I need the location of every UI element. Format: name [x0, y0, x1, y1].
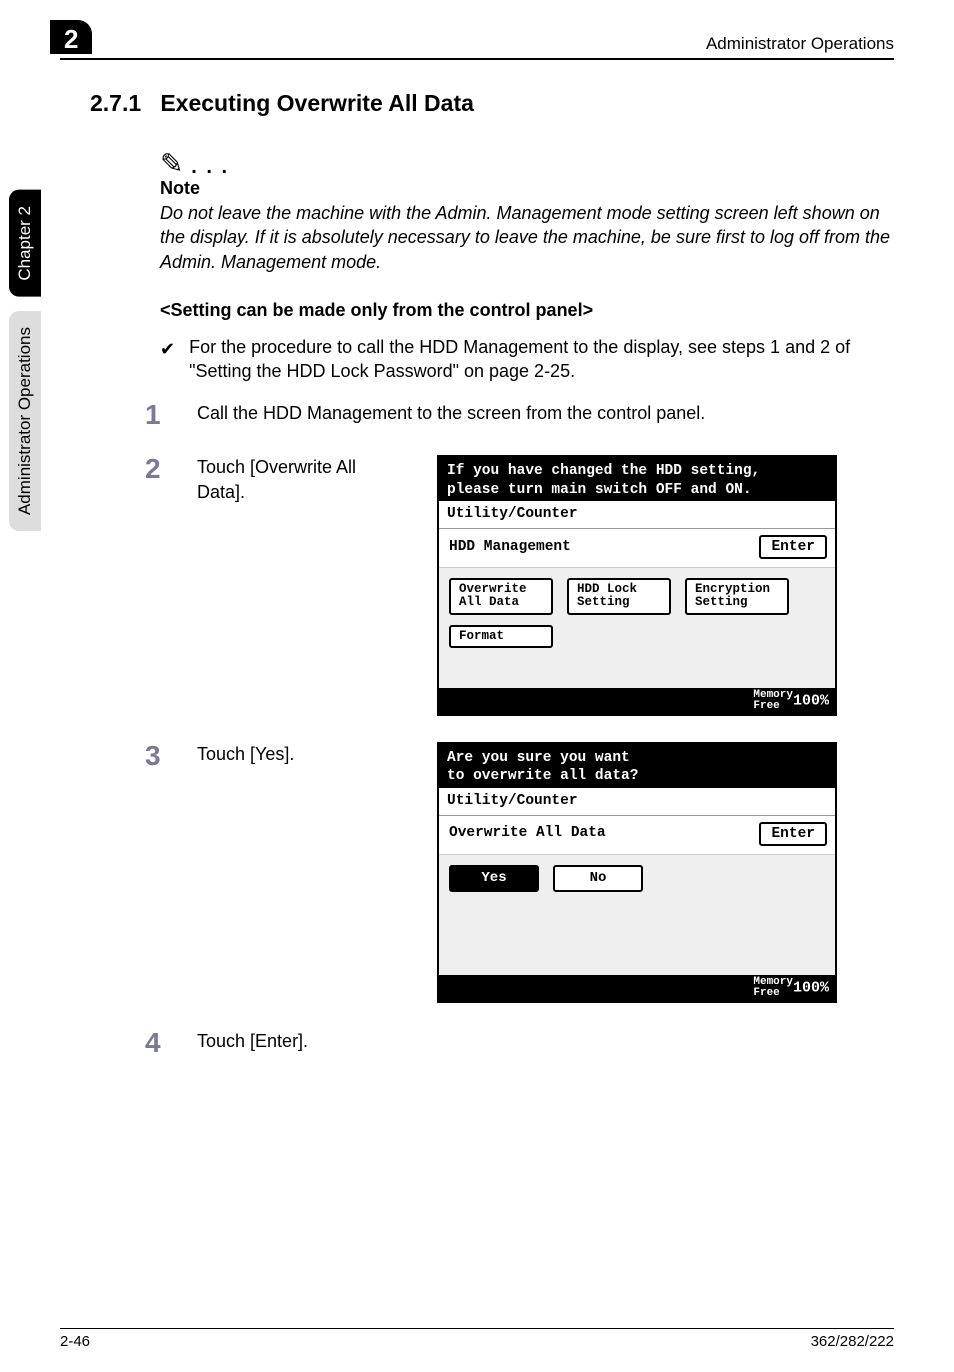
step-2-number: 2: [145, 455, 169, 483]
panel1-enter-button[interactable]: Enter: [759, 535, 827, 559]
header-title: Administrator Operations: [706, 34, 894, 54]
hdd-management-panel: If you have changed the HDD setting, ple…: [437, 455, 837, 716]
panel2-titlebar: Overwrite All Data Enter: [439, 816, 835, 855]
section-heading: Executing Overwrite All Data: [160, 90, 474, 116]
step-1: 1 Call the HDD Management to the screen …: [145, 401, 894, 429]
panel2-header-line1: Are you sure you want: [447, 749, 827, 767]
step-3-number: 3: [145, 742, 169, 770]
overwrite-all-data-button[interactable]: Overwrite All Data: [449, 578, 553, 614]
page-header: 2 Administrator Operations: [60, 20, 894, 60]
note-block: ✎ . . . Note Do not leave the machine wi…: [160, 147, 894, 274]
note-label: Note: [160, 178, 894, 199]
panel1-titlebar: HDD Management Enter: [439, 529, 835, 568]
side-tab-section: Administrator Operations: [9, 311, 41, 531]
step-4-text: Touch [Enter].: [197, 1029, 894, 1053]
panel1-footer-value: 100%: [793, 693, 829, 710]
section-number: 2.7.1: [90, 90, 141, 116]
panel2-header: Are you sure you want to overwrite all d…: [439, 744, 835, 787]
step-3-text: Touch [Yes].: [197, 742, 407, 766]
panel2-footer-value: 100%: [793, 980, 829, 997]
panel2-enter-button[interactable]: Enter: [759, 822, 827, 846]
model-number: 362/282/222: [811, 1333, 894, 1350]
note-icon: ✎ . . .: [160, 147, 894, 180]
panel1-breadcrumb: Utility/Counter: [439, 501, 835, 530]
page-footer: 2-46 362/282/222: [60, 1328, 894, 1350]
step-2-text: Touch [Overwrite All Data].: [197, 455, 407, 504]
step-2: 2 Touch [Overwrite All Data]. If you hav…: [145, 455, 894, 716]
step-4: 4 Touch [Enter].: [145, 1029, 894, 1057]
panel2-title: Overwrite All Data: [449, 824, 606, 844]
panel1-footer-label: Memory Free: [753, 690, 793, 712]
panel1-footer: Memory Free100%: [439, 688, 835, 714]
content-area: 2.7.1 Executing Overwrite All Data ✎ . .…: [90, 90, 894, 1057]
hdd-lock-setting-button[interactable]: HDD Lock Setting: [567, 578, 671, 614]
step-4-number: 4: [145, 1029, 169, 1057]
prerequisite-line: ✔ For the procedure to call the HDD Mana…: [160, 335, 894, 384]
panel2-body: Yes No: [439, 855, 835, 975]
side-tabs: Chapter 2 Administrator Operations: [0, 190, 50, 531]
encryption-setting-button[interactable]: Encryption Setting: [685, 578, 789, 614]
setting-subhead: <Setting can be made only from the contr…: [160, 300, 894, 321]
step-3: 3 Touch [Yes]. Are you sure you want to …: [145, 742, 894, 1003]
yes-button[interactable]: Yes: [449, 865, 539, 892]
page-number: 2-46: [60, 1333, 90, 1350]
panel2-footer: Memory Free100%: [439, 975, 835, 1001]
no-button[interactable]: No: [553, 865, 643, 892]
panel2-breadcrumb: Utility/Counter: [439, 788, 835, 817]
panel2-footer-label: Memory Free: [753, 977, 793, 999]
panel1-body: Overwrite All Data HDD Lock Setting Encr…: [439, 568, 835, 688]
panel1-title: HDD Management: [449, 538, 571, 558]
panel1-header-line1: If you have changed the HDD setting,: [447, 462, 827, 480]
panel1-header-line2: please turn main switch OFF and ON.: [447, 481, 827, 499]
note-text: Do not leave the machine with the Admin.…: [160, 201, 894, 274]
panel1-header: If you have changed the HDD setting, ple…: [439, 457, 835, 500]
overwrite-confirm-panel: Are you sure you want to overwrite all d…: [437, 742, 837, 1003]
side-tab-chapter: Chapter 2: [9, 190, 41, 297]
check-icon: ✔: [160, 337, 175, 361]
format-button[interactable]: Format: [449, 625, 553, 648]
prerequisite-text: For the procedure to call the HDD Manage…: [189, 335, 894, 384]
step-1-text: Call the HDD Management to the screen fr…: [197, 401, 894, 425]
panel2-header-line2: to overwrite all data?: [447, 767, 827, 785]
chapter-number-box: 2: [50, 20, 92, 54]
step-1-number: 1: [145, 401, 169, 429]
section-title: 2.7.1 Executing Overwrite All Data: [90, 90, 894, 117]
